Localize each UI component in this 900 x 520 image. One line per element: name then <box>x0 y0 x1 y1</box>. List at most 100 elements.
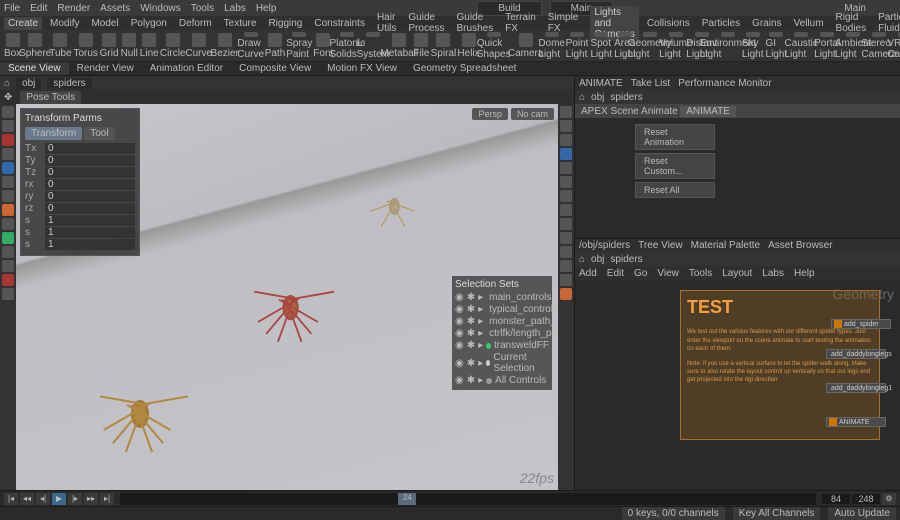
display-option-icon[interactable] <box>560 218 572 230</box>
display-option-icon[interactable] <box>560 246 572 258</box>
parm-input[interactable]: 0 <box>45 203 135 214</box>
home-icon[interactable]: ⌂ <box>4 78 10 89</box>
display-option-icon[interactable] <box>560 288 572 300</box>
display-option-icon[interactable] <box>560 120 572 132</box>
path-crumb[interactable]: spiders <box>47 78 91 89</box>
network-node[interactable]: add_daddylongleg1 <box>826 383 886 393</box>
sticky-note[interactable]: TEST We test out the various features wi… <box>680 290 880 440</box>
pane-tab[interactable]: Geometry Spreadsheet <box>405 62 524 75</box>
selection-set-item[interactable]: ◉✱▸transweldFF <box>455 340 549 351</box>
shelf-tool[interactable]: Curve <box>187 32 211 60</box>
menu-help[interactable]: Help <box>256 3 277 14</box>
menu-assets[interactable]: Assets <box>100 3 130 14</box>
display-option-icon[interactable] <box>560 106 572 118</box>
path-crumb[interactable]: spiders <box>610 254 642 265</box>
shelf-tool[interactable]: Torus <box>74 32 98 60</box>
menu-tools[interactable]: Tools <box>191 3 214 14</box>
pane-tab[interactable]: Motion FX View <box>319 62 405 75</box>
net-menu-view[interactable]: View <box>657 268 679 279</box>
tool-icon[interactable] <box>2 190 14 202</box>
net-menu-edit[interactable]: Edit <box>607 268 624 279</box>
parm-input[interactable]: 0 <box>45 155 135 166</box>
shelf-tool[interactable]: Spiral <box>431 32 455 60</box>
takelist-tab[interactable]: Take List <box>631 78 670 89</box>
network-node[interactable]: ANIMATE <box>826 417 886 427</box>
tool-icon[interactable] <box>2 246 14 258</box>
shelf-tab[interactable]: Texture <box>220 17 261 30</box>
tool-icon[interactable] <box>2 176 14 188</box>
persp-dropdown[interactable]: Persp <box>472 108 508 120</box>
first-frame-button[interactable]: |◂ <box>4 493 18 505</box>
shelf-tool[interactable]: Spray Paint <box>287 32 311 60</box>
shelf-tab[interactable]: Rigging <box>264 17 306 30</box>
reset-all-button[interactable]: Reset All <box>635 182 715 198</box>
transform-tab[interactable]: Transform <box>25 127 82 140</box>
shelf-tool[interactable]: Metaball <box>387 32 411 60</box>
tool-icon[interactable] <box>2 260 14 272</box>
parm-input[interactable]: 0 <box>45 167 135 178</box>
network-editor[interactable]: Geometry TEST We test out the various fe… <box>575 280 900 490</box>
play-button[interactable]: ▶ <box>52 493 66 505</box>
menu-labs[interactable]: Labs <box>224 3 246 14</box>
shelf-tool[interactable]: Sphere <box>23 32 47 60</box>
shelf-tool[interactable]: Caustic Light <box>789 32 813 60</box>
selection-set-item[interactable]: ◉✱▸ctrlfk/length_path <box>455 328 549 339</box>
display-option-icon[interactable] <box>560 274 572 286</box>
pose-tools-dropdown[interactable]: Pose Tools <box>20 91 81 104</box>
display-option-icon[interactable] <box>560 134 572 146</box>
home-icon[interactable]: ⌂ <box>579 92 585 103</box>
display-option-icon[interactable] <box>560 260 572 272</box>
shelf-tab-create[interactable]: Create <box>4 17 42 30</box>
shelf-tool[interactable]: Quick Shapes <box>482 32 506 60</box>
select-tool-icon[interactable] <box>2 106 14 118</box>
selection-set-item[interactable]: ◉✱▸monster_path_c <box>455 316 549 327</box>
step-fwd-button[interactable]: |▸ <box>68 493 82 505</box>
timeline-track[interactable]: 24 <box>120 493 816 505</box>
reset-custom-button[interactable]: Reset Custom... <box>635 153 715 179</box>
shelf-tab[interactable]: Constraints <box>310 17 369 30</box>
shelf-tab[interactable]: Model <box>87 17 122 30</box>
tool-icon[interactable] <box>2 204 14 216</box>
playhead[interactable]: 24 <box>398 493 416 505</box>
animate-tab[interactable]: ANIMATE <box>579 78 623 89</box>
network-tab[interactable]: /obj/spiders <box>579 240 630 251</box>
shelf-tool[interactable]: VR Camera <box>893 32 900 60</box>
last-frame-button[interactable]: ▸| <box>100 493 114 505</box>
shelf-tab[interactable]: Particles <box>698 17 744 30</box>
path-crumb[interactable]: spiders <box>610 92 642 103</box>
shelf-tool[interactable]: Camera <box>514 32 538 60</box>
pane-tab-scene-view[interactable]: Scene View <box>0 62 69 75</box>
shelf-tab[interactable]: Vellum <box>790 17 828 30</box>
next-key-button[interactable]: ▸▸ <box>84 493 98 505</box>
pane-tab[interactable]: Animation Editor <box>142 62 231 75</box>
prev-key-button[interactable]: ◂◂ <box>20 493 34 505</box>
timeline-settings-icon[interactable]: ⚙ <box>882 493 896 505</box>
display-option-icon[interactable] <box>560 148 572 160</box>
tool-icon[interactable] <box>2 288 14 300</box>
net-menu-add[interactable]: Add <box>579 268 597 279</box>
pane-tab[interactable]: Composite View <box>231 62 319 75</box>
tool-tab[interactable]: Tool <box>84 127 114 140</box>
shelf-tool[interactable]: Spot Light <box>590 32 612 60</box>
pose-tool-icon[interactable] <box>2 162 14 174</box>
selection-set-item[interactable]: ◉✱▸main_controls <box>455 292 549 303</box>
range-start-input[interactable]: 84 <box>822 494 850 504</box>
shelf-tool[interactable]: Tube <box>49 32 71 60</box>
display-option-icon[interactable] <box>560 232 572 244</box>
shelf-tool[interactable]: Point Light <box>566 32 589 60</box>
selection-set-item[interactable]: ◉✱▸typical_controls <box>455 304 549 315</box>
display-option-icon[interactable] <box>560 190 572 202</box>
handle-icon[interactable]: ✥ <box>4 92 12 103</box>
menu-edit[interactable]: Edit <box>30 3 47 14</box>
auto-update-toggle[interactable]: Auto Update <box>828 507 896 520</box>
shelf-tool[interactable]: Volume Light <box>664 32 688 60</box>
selection-set-item[interactable]: ◉✱▸All Controls <box>455 375 549 386</box>
move-tool-icon[interactable] <box>2 120 14 132</box>
parm-input[interactable]: 1 <box>45 227 135 238</box>
shelf-tool[interactable]: Draw Curve <box>239 32 263 60</box>
parm-input[interactable]: 0 <box>45 179 135 190</box>
animate-mode[interactable]: ANIMATE <box>680 106 736 117</box>
shelf-tool[interactable]: Sky Light <box>742 32 764 60</box>
shelf-tool[interactable]: Grid <box>100 32 119 60</box>
shelf-tool[interactable]: Null <box>121 32 138 60</box>
